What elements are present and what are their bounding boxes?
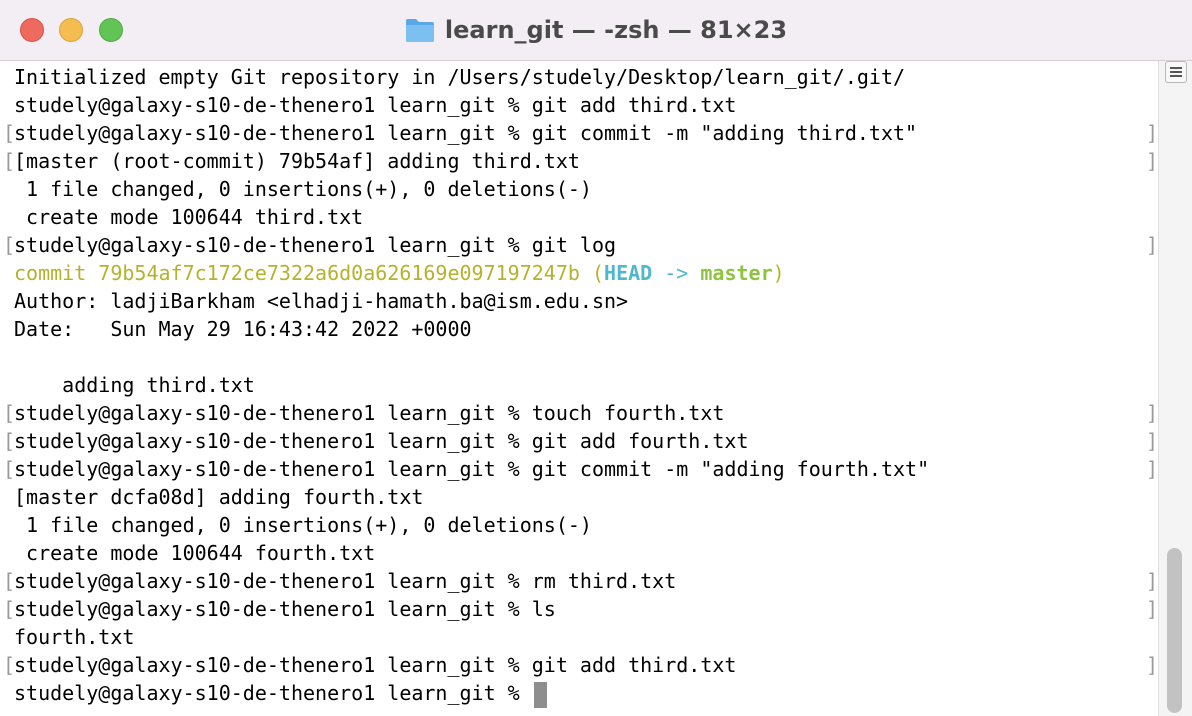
line-text: 1 file changed, 0 insertions(+), 0 delet…: [14, 511, 592, 539]
line-text: studely@galaxy-s10-de-thenero1 learn_git…: [14, 119, 917, 147]
terminal-line: Author: ladjiBarkham <elhadji-hamath.ba@…: [0, 287, 1158, 315]
line-marker-right: ]: [1146, 401, 1159, 425]
line-text: Date: Sun May 29 16:43:42 2022 +0000: [14, 315, 472, 343]
line-marker-right: ]: [1146, 121, 1159, 145]
terminal-line: [] studely@galaxy-s10-de-thenero1 learn_g…: [0, 455, 1158, 483]
branch-ref: master: [700, 261, 773, 285]
window-title-container: learn_git — -zsh — 81×23: [0, 0, 1192, 60]
terminal-line: [master dcfa08d] adding fourth.txt: [0, 483, 1158, 511]
terminal-line: fourth.txt: [0, 623, 1158, 651]
commit-line: commit 79b54af7c172ce7322a6d0a626169e097…: [14, 259, 785, 287]
line-text: studely@galaxy-s10-de-thenero1 learn_git…: [14, 651, 736, 679]
line-content: studely@galaxy-s10-de-thenero1 learn_git…: [14, 429, 749, 453]
line-text: 1 file changed, 0 insertions(+), 0 delet…: [14, 175, 592, 203]
line-marker-right: ]: [1146, 457, 1159, 481]
line-content: fourth.txt: [14, 625, 135, 649]
line-text: studely@galaxy-s10-de-thenero1 learn_git…: [14, 399, 724, 427]
terminal-line: studely@galaxy-s10-de-thenero1 learn_git…: [0, 91, 1158, 119]
line-content: Initialized empty Git repository in /Use…: [14, 65, 906, 89]
line-marker-right: ]: [1146, 429, 1159, 453]
terminal-output[interactable]: Initialized empty Git repository in /Use…: [0, 61, 1158, 716]
line-marker-right: ]: [1146, 597, 1159, 621]
split-pane-button[interactable]: [1165, 61, 1187, 83]
window-title: learn_git — -zsh — 81×23: [444, 16, 788, 44]
terminal-line: create mode 100644 fourth.txt: [0, 539, 1158, 567]
terminal-line: 1 file changed, 0 insertions(+), 0 delet…: [0, 511, 1158, 539]
line-text: studely@galaxy-s10-de-thenero1 learn_git…: [14, 231, 616, 259]
head-ref: HEAD: [604, 261, 653, 285]
line-text: studely@galaxy-s10-de-thenero1 learn_git…: [14, 427, 749, 455]
line-content: adding third.txt: [14, 373, 255, 397]
line-text: studely@galaxy-s10-de-thenero1 learn_git…: [14, 567, 676, 595]
terminal-line: 1 file changed, 0 insertions(+), 0 delet…: [0, 175, 1158, 203]
terminal-line: Initialized empty Git repository in /Use…: [0, 63, 1158, 91]
terminal-line: [] studely@galaxy-s10-de-thenero1 learn_g…: [0, 651, 1158, 679]
terminal-line: [] studely@galaxy-s10-de-thenero1 learn_g…: [0, 231, 1158, 259]
terminal-line: [] studely@galaxy-s10-de-thenero1 learn_g…: [0, 567, 1158, 595]
line-content: studely@galaxy-s10-de-thenero1 learn_git…: [14, 233, 617, 257]
line-content: [master dcfa08d] adding fourth.txt: [14, 485, 424, 509]
line-content: studely@galaxy-s10-de-thenero1 learn_git…: [14, 681, 532, 705]
line-content: 1 file changed, 0 insertions(+), 0 delet…: [14, 177, 592, 201]
folder-icon: [405, 17, 435, 43]
terminal-line: [] [master (root-commit) 79b54af] adding …: [0, 147, 1158, 175]
line-content: studely@galaxy-s10-de-thenero1 learn_git…: [14, 401, 725, 425]
terminal-line: [] studely@galaxy-s10-de-thenero1 learn_g…: [0, 427, 1158, 455]
split-pane-icon: [1170, 67, 1182, 77]
terminal-line: [] studely@galaxy-s10-de-thenero1 learn_g…: [0, 119, 1158, 147]
terminal-line: [] studely@galaxy-s10-de-thenero1 learn_g…: [0, 399, 1158, 427]
line-text: Author: ladjiBarkham <elhadji-hamath.ba@…: [14, 287, 628, 315]
line-text: studely@galaxy-s10-de-thenero1 learn_git…: [14, 91, 736, 119]
terminal-line: commit 79b54af7c172ce7322a6d0a626169e097…: [0, 259, 1158, 287]
line-text: [master dcfa08d] adding fourth.txt: [14, 483, 423, 511]
line-text: studely@galaxy-s10-de-thenero1 learn_git…: [14, 455, 929, 483]
terminal-window: learn_git — -zsh — 81×23 Initialized emp…: [0, 0, 1192, 716]
terminal-line: [] studely@galaxy-s10-de-thenero1 learn_g…: [0, 595, 1158, 623]
terminal-line: adding third.txt: [0, 371, 1158, 399]
line-content: studely@galaxy-s10-de-thenero1 learn_git…: [14, 121, 918, 145]
line-content: create mode 100644 fourth.txt: [14, 541, 376, 565]
ref-arrow: ->: [652, 261, 701, 285]
commit-hash: commit 79b54af7c172ce7322a6d0a626169e097…: [14, 261, 580, 285]
line-text: create mode 100644 fourth.txt: [14, 539, 375, 567]
line-content: studely@galaxy-s10-de-thenero1 learn_git…: [14, 93, 737, 117]
line-text: fourth.txt: [14, 623, 134, 651]
line-text: adding third.txt: [14, 371, 255, 399]
close-paren: ): [772, 261, 785, 285]
line-content: Date: Sun May 29 16:43:42 2022 +0000: [14, 317, 472, 341]
line-marker-right: ]: [1146, 569, 1159, 593]
line-marker-right: ]: [1146, 653, 1159, 677]
scrollbar[interactable]: [1158, 61, 1192, 716]
title-bar: learn_git — -zsh — 81×23: [0, 0, 1192, 61]
line-marker-right: ]: [1146, 149, 1159, 173]
terminal-line: create mode 100644 third.txt: [0, 203, 1158, 231]
line-content: 1 file changed, 0 insertions(+), 0 delet…: [14, 513, 592, 537]
scrollbar-thumb[interactable]: [1167, 548, 1182, 713]
line-content: studely@galaxy-s10-de-thenero1 learn_git…: [14, 457, 930, 481]
terminal-line: Date: Sun May 29 16:43:42 2022 +0000: [0, 315, 1158, 343]
open-paren: (: [579, 261, 605, 285]
line-content: studely@galaxy-s10-de-thenero1 learn_git…: [14, 569, 677, 593]
line-content: Author: ladjiBarkham <elhadji-hamath.ba@…: [14, 289, 629, 313]
line-text: studely@galaxy-s10-de-thenero1 learn_git…: [14, 595, 556, 623]
line-content: studely@galaxy-s10-de-thenero1 learn_git…: [14, 653, 737, 677]
line-content: [master (root-commit) 79b54af] adding th…: [14, 149, 580, 173]
line-text: create mode 100644 third.txt: [14, 203, 363, 231]
line-marker-right: ]: [1146, 233, 1159, 257]
line-content: create mode 100644 third.txt: [14, 205, 364, 229]
text-cursor: [533, 681, 547, 708]
prompt-line: studely@galaxy-s10-de-thenero1 learn_git…: [14, 679, 547, 708]
line-text: Initialized empty Git repository in /Use…: [14, 63, 905, 91]
line-content: studely@galaxy-s10-de-thenero1 learn_git…: [14, 597, 556, 621]
terminal-line: studely@galaxy-s10-de-thenero1 learn_git…: [0, 679, 1158, 708]
line-text: [master (root-commit) 79b54af] adding th…: [14, 147, 580, 175]
